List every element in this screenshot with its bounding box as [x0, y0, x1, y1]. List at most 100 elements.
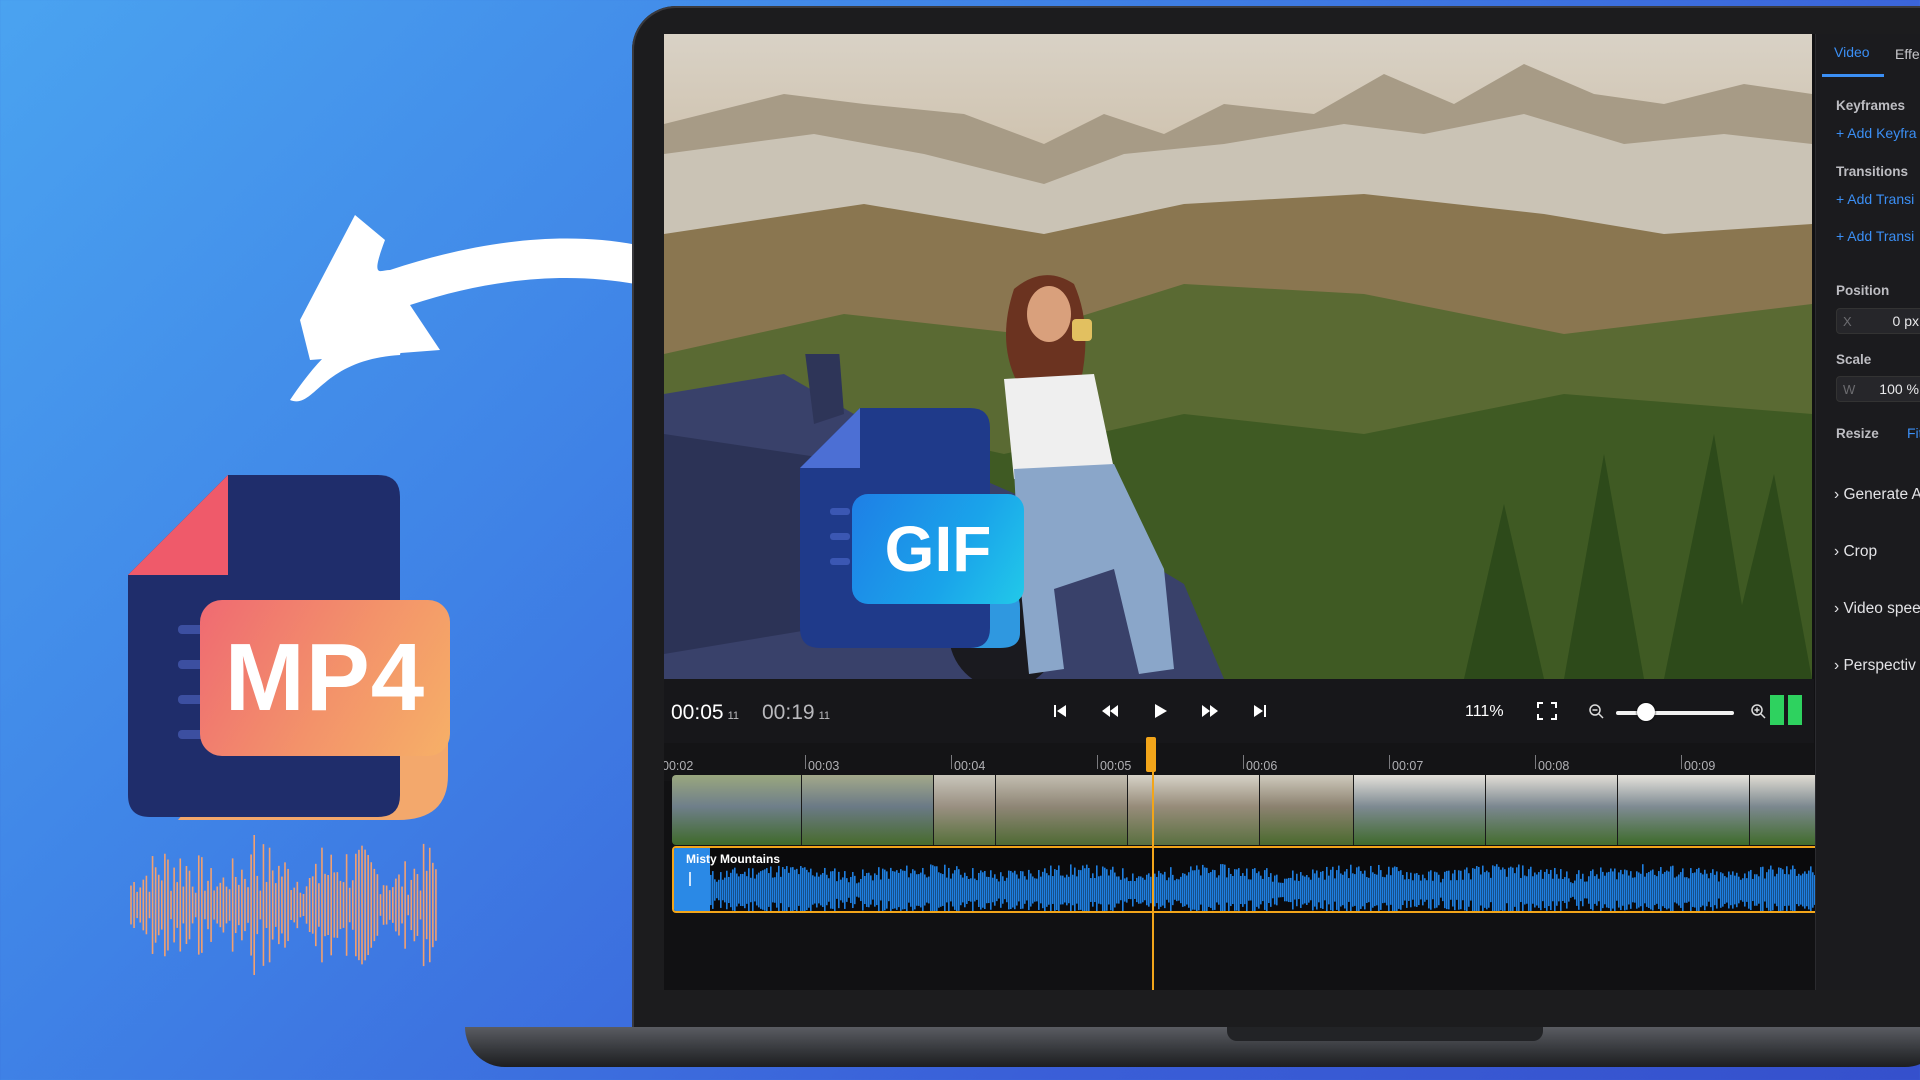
track-waveform-bar — [1118, 876, 1120, 904]
play-button[interactable] — [1146, 697, 1174, 725]
track-waveform-bar — [1560, 869, 1562, 911]
track-waveform-bar — [1258, 871, 1260, 909]
expander-video-speed[interactable]: › Video spee — [1834, 600, 1920, 618]
zoom-level: 111% — [1465, 703, 1504, 720]
tab-effects[interactable]: Effec — [1895, 46, 1920, 62]
video-track[interactable] — [672, 775, 1892, 845]
ruler-tick-label: 00:05 — [1096, 755, 1132, 773]
position-x-field[interactable]: X0 px — [1836, 308, 1920, 334]
track-waveform-bar — [1736, 872, 1738, 908]
track-waveform-bar — [1576, 874, 1578, 906]
fast-forward-button[interactable] — [1196, 697, 1224, 725]
track-waveform-bar — [1810, 866, 1812, 911]
track-waveform-bar — [1664, 871, 1666, 909]
track-waveform-bar — [1662, 873, 1664, 907]
track-waveform-bar — [1338, 865, 1340, 911]
track-waveform-bar — [1594, 876, 1596, 904]
track-waveform-bar — [940, 873, 942, 907]
add-transition-in-button[interactable]: + Add Transi — [1836, 191, 1914, 207]
track-waveform-bar — [904, 870, 906, 910]
video-thumbnail — [802, 775, 934, 845]
resize-fit-option[interactable]: Fit — [1907, 425, 1920, 441]
ruler-tick-label: 00:02 — [664, 759, 694, 773]
track-waveform-bar — [1470, 879, 1472, 901]
track-waveform-bar — [1442, 878, 1444, 902]
track-waveform-bar — [782, 867, 784, 911]
track-waveform-bar — [838, 871, 840, 909]
skip-to-start-button[interactable] — [1046, 697, 1074, 725]
track-waveform-bar — [1260, 875, 1262, 905]
track-waveform-bar — [738, 876, 740, 904]
track-waveform-bar — [1026, 879, 1028, 901]
track-waveform-bar — [1002, 876, 1004, 904]
track-waveform-bar — [1304, 876, 1306, 904]
track-waveform-bar — [812, 875, 814, 905]
zoom-in-button[interactable] — [1744, 697, 1772, 725]
track-waveform-bar — [912, 869, 914, 911]
scale-title: Scale — [1836, 352, 1872, 367]
track-waveform-bar — [1784, 874, 1786, 906]
track-waveform-bar — [860, 878, 862, 902]
tab-video[interactable]: Video — [1834, 44, 1870, 60]
track-waveform-bar — [932, 865, 934, 911]
track-waveform-bar — [1008, 870, 1010, 910]
track-waveform-bar — [1502, 867, 1504, 911]
track-waveform-bar — [1776, 873, 1778, 907]
track-waveform-bar — [742, 873, 744, 907]
track-waveform-bar — [1562, 878, 1564, 902]
track-waveform-bar — [1482, 865, 1484, 911]
track-waveform-bar — [832, 871, 834, 909]
playhead-handle[interactable] — [1146, 737, 1156, 772]
zoom-slider[interactable] — [1616, 711, 1734, 715]
zoom-out-button[interactable] — [1582, 697, 1610, 725]
track-waveform-bar — [1614, 868, 1616, 911]
track-waveform-bar — [976, 880, 978, 900]
track-waveform-bar — [1760, 867, 1762, 911]
track-waveform-bar — [1452, 873, 1454, 907]
track-waveform-bar — [1064, 877, 1066, 903]
current-timecode: 00:05 11 — [671, 701, 739, 724]
track-waveform-bar — [974, 878, 976, 902]
zoom-slider-knob[interactable] — [1637, 703, 1655, 721]
track-waveform-bar — [1628, 875, 1630, 905]
audio-track[interactable]: Misty Mountains — [672, 846, 1892, 913]
track-waveform-bar — [1612, 871, 1614, 909]
video-thumbnail — [934, 775, 996, 845]
track-waveform-bar — [1256, 873, 1258, 907]
track-waveform-bar — [1366, 877, 1368, 903]
track-waveform-bar — [1454, 869, 1456, 911]
expander-perspective[interactable]: › Perspectiv — [1834, 657, 1916, 675]
expander-generate[interactable]: › Generate A — [1834, 486, 1920, 504]
rewind-button[interactable] — [1096, 697, 1124, 725]
track-waveform-bar — [1548, 873, 1550, 907]
track-waveform-bar — [1472, 868, 1474, 911]
fullscreen-icon — [1537, 702, 1557, 720]
track-waveform-bar — [1166, 880, 1168, 900]
track-waveform-bar — [1450, 880, 1452, 900]
ruler-tick-label: 00:07 — [1388, 755, 1424, 773]
ruler-tick-label: 00:03 — [804, 755, 840, 773]
keyframes-title: Keyframes — [1836, 98, 1906, 113]
track-waveform-bar — [1024, 876, 1026, 904]
track-waveform-bar — [930, 864, 932, 911]
track-waveform-bar — [1558, 878, 1560, 902]
track-waveform-bar — [1172, 874, 1174, 906]
fullscreen-button[interactable] — [1533, 697, 1561, 725]
add-keyframe-button[interactable]: + Add Keyfra — [1836, 125, 1917, 141]
skip-to-end-button[interactable] — [1246, 697, 1274, 725]
scale-width-field[interactable]: W 100 % — [1836, 376, 1920, 402]
track-waveform-bar — [830, 871, 832, 909]
track-waveform-bar — [1506, 876, 1508, 904]
video-thumbnail — [1128, 775, 1260, 845]
track-waveform-bar — [1130, 880, 1132, 900]
track-waveform-bar — [1566, 871, 1568, 909]
expander-crop[interactable]: › Crop — [1834, 543, 1877, 561]
track-waveform-bar — [1446, 870, 1448, 910]
track-waveform-bar — [1110, 869, 1112, 911]
add-transition-out-button[interactable]: + Add Transi — [1836, 228, 1914, 244]
track-waveform-bar — [1448, 870, 1450, 910]
track-waveform-bar — [998, 881, 1000, 899]
track-waveform-bar — [854, 875, 856, 905]
track-waveform-bar — [1080, 870, 1082, 910]
track-waveform-bar — [1156, 876, 1158, 904]
